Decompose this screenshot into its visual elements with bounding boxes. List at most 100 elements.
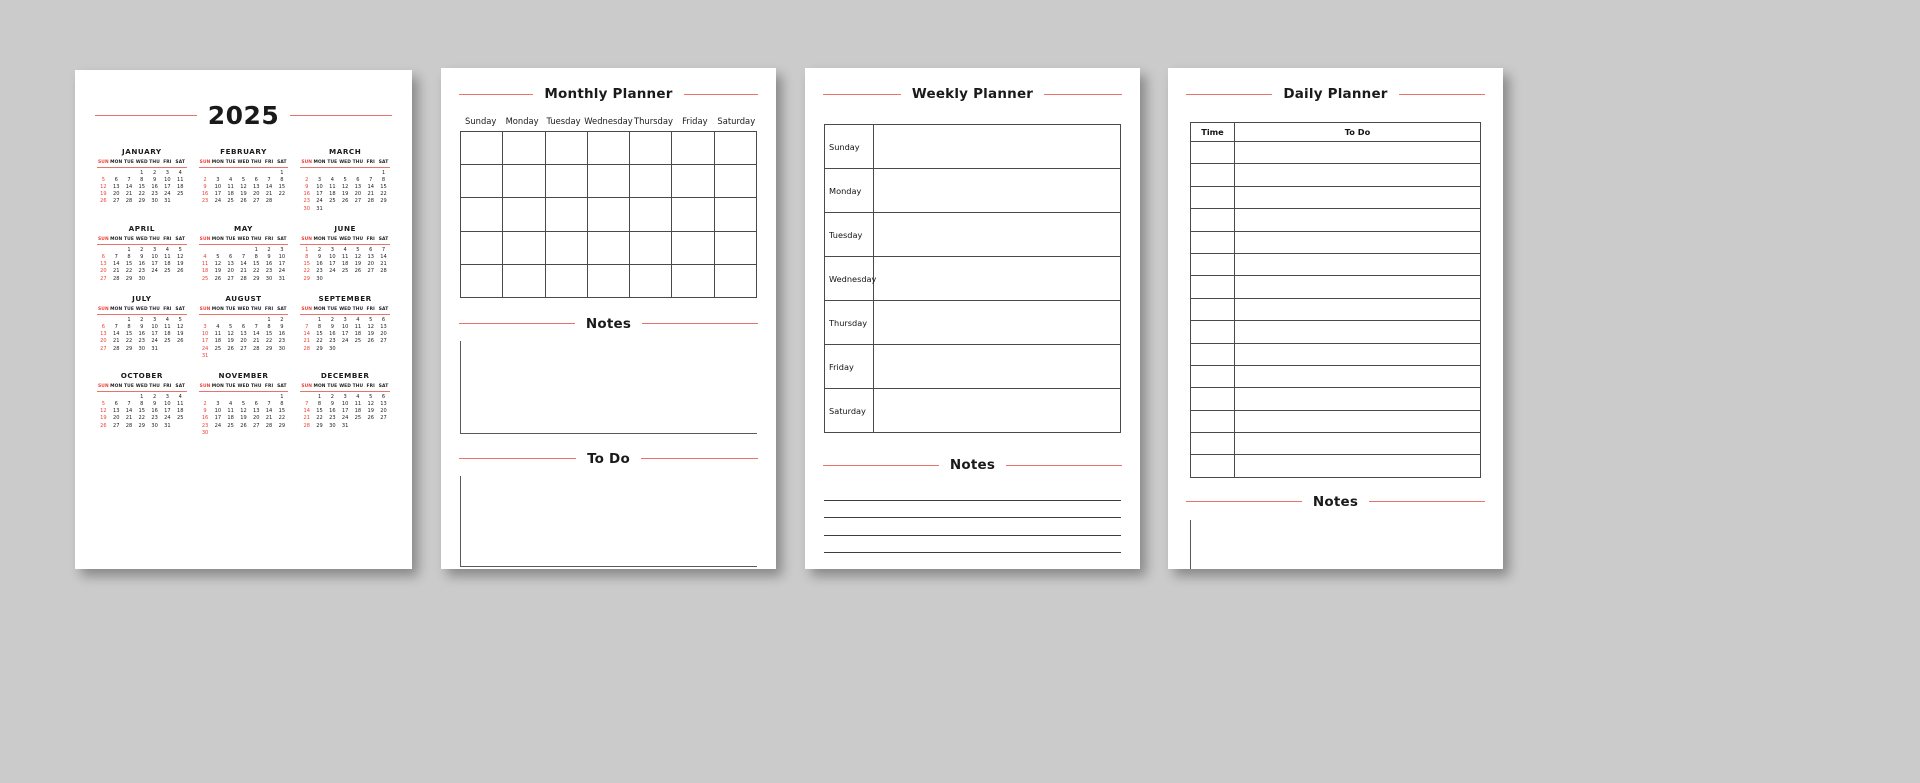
monthly-day-cell[interactable]	[587, 231, 631, 265]
daily-todo-cell[interactable]	[1234, 454, 1481, 478]
monthly-day-cell[interactable]	[545, 264, 588, 298]
daily-todo-cell[interactable]	[1234, 409, 1481, 434]
mini-day-cell: 16	[138, 261, 146, 268]
monthly-day-cell[interactable]	[587, 264, 631, 298]
weekly-notes-line[interactable]	[824, 553, 1121, 569]
monthly-day-cell[interactable]	[672, 165, 715, 199]
monthly-day-cell[interactable]	[503, 264, 546, 298]
mini-day-cell: 22	[265, 338, 273, 345]
monthly-day-cell[interactable]	[461, 231, 504, 265]
mini-day-cell: 28	[303, 345, 310, 352]
monthly-day-cell[interactable]	[714, 198, 757, 232]
monthly-day-cell[interactable]	[503, 231, 546, 265]
weekly-day-entry-thursday[interactable]	[873, 300, 1121, 345]
daily-todo-cell[interactable]	[1234, 387, 1481, 411]
mini-day-cell: 17	[278, 261, 286, 268]
daily-header-row: Time To Do	[1190, 122, 1481, 142]
daily-time-cell[interactable]	[1190, 364, 1235, 389]
daily-time-cell[interactable]	[1190, 432, 1235, 456]
mini-day-cell	[250, 391, 263, 400]
mini-day-cell: 12	[176, 323, 184, 330]
daily-time-cell[interactable]	[1190, 163, 1235, 187]
mini-week-row: 3 4 5 6 7 8 9	[199, 323, 289, 330]
monthly-day-cell[interactable]	[461, 132, 504, 166]
monthly-day-cell[interactable]	[630, 198, 673, 232]
monthly-day-cell[interactable]	[714, 132, 757, 166]
monthly-day-cell[interactable]	[503, 132, 546, 166]
mini-day-cell: 17	[341, 408, 349, 415]
daily-notes-box[interactable]	[1190, 519, 1481, 569]
weekly-day-entry-sunday[interactable]	[873, 124, 1121, 169]
daily-time-cell[interactable]	[1190, 297, 1235, 322]
weekly-day-entry-monday[interactable]	[873, 168, 1121, 213]
mini-day-cell: 11	[176, 401, 184, 408]
daily-time-cell[interactable]	[1190, 342, 1235, 366]
monthly-day-cell[interactable]	[714, 165, 757, 199]
mini-day-cell: 17	[151, 331, 158, 338]
daily-time-cell[interactable]	[1190, 230, 1235, 254]
monthly-day-cell[interactable]	[630, 165, 673, 199]
monthly-day-cell[interactable]	[503, 165, 546, 199]
monthly-todo-box[interactable]	[460, 475, 757, 567]
daily-todo-cell[interactable]	[1234, 185, 1481, 210]
weekly-day-entry-saturday[interactable]	[873, 388, 1121, 433]
monthly-day-cell[interactable]	[587, 198, 631, 232]
monthly-day-cell[interactable]	[672, 132, 715, 166]
monthly-day-cell[interactable]	[461, 165, 504, 199]
monthly-day-cell[interactable]	[503, 198, 546, 232]
daily-planner-page: Daily Planner Time To Do Notes	[1168, 68, 1503, 569]
monthly-day-cell[interactable]	[672, 264, 715, 298]
monthly-day-cell[interactable]	[714, 231, 757, 265]
daily-todo-cell[interactable]	[1234, 432, 1481, 456]
weekly-day-entry-friday[interactable]	[873, 344, 1121, 389]
weekly-notes-line[interactable]	[824, 536, 1121, 553]
monthly-day-cell[interactable]	[630, 132, 673, 166]
daily-time-cell[interactable]	[1190, 275, 1235, 299]
monthly-day-cell[interactable]	[545, 165, 588, 199]
mini-day-cell: 26	[100, 198, 107, 205]
monthly-day-cell[interactable]	[461, 198, 504, 232]
daily-time-cell[interactable]	[1190, 409, 1235, 434]
daily-time-cell[interactable]	[1190, 140, 1235, 165]
weekly-day-entry-wednesday[interactable]	[873, 256, 1121, 301]
weekly-day-entry-tuesday[interactable]	[873, 212, 1121, 257]
monthly-day-cell[interactable]	[461, 264, 504, 298]
daily-todo-cell[interactable]	[1234, 230, 1481, 254]
daily-todo-cell[interactable]	[1234, 364, 1481, 389]
monthly-day-cell[interactable]	[545, 132, 588, 166]
daily-time-cell[interactable]	[1190, 252, 1235, 277]
mini-weekday-thu: THU	[249, 384, 263, 392]
monthly-notes-box[interactable]	[460, 340, 757, 434]
monthly-day-cell[interactable]	[672, 231, 715, 265]
mini-day-cell: 11	[201, 261, 209, 268]
monthly-day-cell[interactable]	[714, 264, 757, 298]
daily-todo-cell[interactable]	[1234, 140, 1481, 165]
monthly-day-cell[interactable]	[587, 165, 631, 199]
weekly-notes-line[interactable]	[824, 484, 1121, 502]
daily-todo-cell[interactable]	[1234, 252, 1481, 277]
monthly-day-cell[interactable]	[545, 198, 588, 232]
monthly-day-cell[interactable]	[630, 264, 673, 298]
monthly-day-cell[interactable]	[672, 198, 715, 232]
daily-time-cell[interactable]	[1190, 454, 1235, 478]
daily-todo-cell[interactable]	[1234, 163, 1481, 187]
monthly-day-cell[interactable]	[545, 231, 588, 265]
daily-time-cell[interactable]	[1190, 208, 1235, 232]
daily-todo-cell[interactable]	[1234, 275, 1481, 299]
weekly-notes-line[interactable]	[824, 501, 1121, 519]
daily-table-row	[1190, 409, 1481, 434]
monthly-day-cell[interactable]	[630, 231, 673, 265]
daily-todo-cell[interactable]	[1234, 320, 1481, 344]
weekly-notes-lines[interactable]	[824, 484, 1121, 569]
daily-time-cell[interactable]	[1190, 185, 1235, 210]
daily-time-cell[interactable]	[1190, 320, 1235, 344]
daily-todo-cell[interactable]	[1234, 297, 1481, 322]
mini-day-cell: 28	[125, 422, 133, 429]
mini-weekday-fri: FRI	[364, 160, 378, 168]
weekly-notes-line[interactable]	[824, 518, 1121, 536]
monthly-day-cell[interactable]	[587, 132, 631, 166]
mini-day-cell: 30	[303, 205, 310, 212]
daily-todo-cell[interactable]	[1234, 208, 1481, 232]
daily-todo-cell[interactable]	[1234, 342, 1481, 366]
daily-time-cell[interactable]	[1190, 387, 1235, 411]
